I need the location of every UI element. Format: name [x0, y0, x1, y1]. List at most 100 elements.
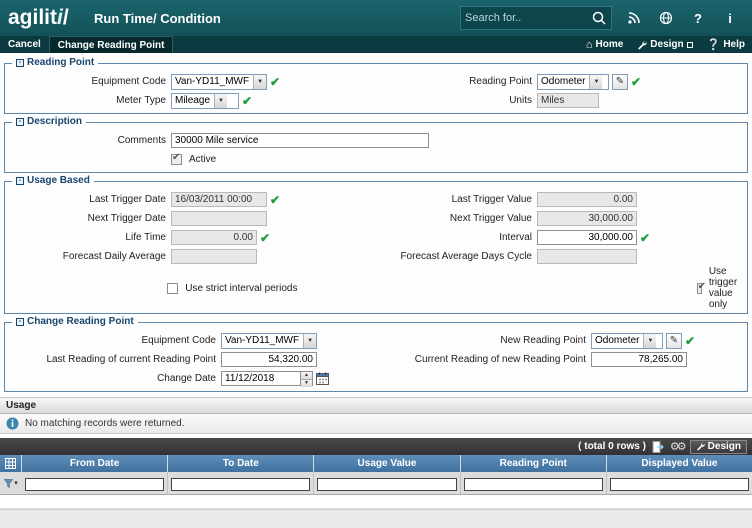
- column-header-from-date[interactable]: From Date: [22, 455, 168, 472]
- meter-type-select[interactable]: Mileage ▼: [171, 93, 239, 109]
- export-icon[interactable]: [652, 441, 664, 453]
- fieldset-reading-point: - Reading Point Equipment Code Van-YD11_…: [4, 63, 748, 114]
- help-icon[interactable]: ?: [690, 10, 706, 26]
- filter-menu-icon[interactable]: ▾: [14, 479, 18, 487]
- form-area: - Reading Point Equipment Code Van-YD11_…: [0, 53, 752, 392]
- edit-icon[interactable]: ✎: [666, 333, 682, 349]
- spacer: [0, 509, 752, 528]
- settings-gears-icon[interactable]: ⚙⚙: [670, 440, 684, 453]
- last-reading-input[interactable]: 54,320.00: [221, 352, 317, 367]
- cancel-button[interactable]: Cancel: [0, 39, 49, 50]
- edit-icon[interactable]: ✎: [612, 74, 628, 90]
- filter-input-to-date[interactable]: [171, 478, 310, 491]
- fieldset-change-reading-point: - Change Reading Point Equipment Code Va…: [4, 322, 748, 392]
- last-trigger-date-label: Last Trigger Date: [9, 194, 171, 205]
- search-box[interactable]: [460, 6, 612, 30]
- help-button[interactable]: ❔ Help: [700, 36, 752, 53]
- new-reading-point-label: New Reading Point: [407, 335, 591, 346]
- next-trigger-date-field: [171, 211, 267, 226]
- info-circle-icon: [6, 417, 19, 430]
- next-trigger-value-label: Next Trigger Value: [363, 213, 537, 224]
- fieldset-usage-based-legend: - Usage Based: [12, 175, 94, 186]
- chevron-down-icon: ▼: [589, 75, 602, 89]
- nav-toolbar: Cancel Change Reading Point ⌂ Home Desig…: [0, 36, 752, 53]
- change-date-label: Change Date: [9, 373, 221, 384]
- equipment-code-select[interactable]: Van-YD11_MWF ▼: [171, 74, 267, 90]
- active-checkbox[interactable]: [171, 154, 182, 165]
- new-reading-point-select[interactable]: Odometer ▼: [591, 333, 663, 349]
- valid-check-icon: ✔: [640, 232, 650, 244]
- date-stepper[interactable]: ▲▼: [301, 371, 313, 386]
- last-trigger-date-field: 16/03/2011 00:00: [171, 192, 267, 207]
- grid-design-button[interactable]: Design: [690, 440, 747, 454]
- collapse-icon[interactable]: -: [16, 318, 24, 326]
- fieldset-description: - Description Comments 30000 Mile servic…: [4, 122, 748, 173]
- agility-logo: agiliti/: [8, 6, 94, 30]
- search-icon[interactable]: [591, 10, 607, 26]
- filter-input-from-date[interactable]: [25, 478, 164, 491]
- usage-grid-toolbar: ( total 0 rows ) ⚙⚙ Design: [0, 438, 752, 455]
- valid-check-icon: ✔: [242, 95, 252, 107]
- current-reading-label: Current Reading of new Reading Point: [407, 354, 591, 365]
- last-trigger-value-label: Last Trigger Value: [363, 194, 537, 205]
- forecast-daily-average-label: Forecast Daily Average: [9, 251, 171, 262]
- globe-icon[interactable]: [658, 10, 674, 26]
- search-input[interactable]: [465, 12, 591, 24]
- active-label: Active: [189, 154, 216, 165]
- wrench-icon: [696, 442, 705, 451]
- interval-input[interactable]: 30,000.00: [537, 230, 637, 245]
- filter-input-reading-point[interactable]: [464, 478, 603, 491]
- change-date-input[interactable]: 11/12/2018: [221, 371, 301, 386]
- units-label: Units: [363, 95, 537, 106]
- wrench-icon: [637, 40, 647, 50]
- valid-check-icon: ✔: [270, 194, 280, 206]
- column-header-usage-value[interactable]: Usage Value: [314, 455, 460, 472]
- units-field: Miles: [537, 93, 599, 108]
- design-button[interactable]: Design: [630, 36, 699, 53]
- collapse-icon[interactable]: -: [16, 118, 24, 126]
- chevron-down-icon: ▼: [643, 334, 656, 348]
- info-icon[interactable]: i: [722, 10, 738, 26]
- window-icon: [687, 42, 693, 48]
- usage-info-message: No matching records were returned.: [0, 414, 752, 434]
- column-header-displayed-value[interactable]: Displayed Value: [607, 455, 752, 472]
- chevron-down-icon: ▼: [253, 75, 266, 89]
- fieldset-usage-based: - Usage Based Last Trigger Date 16/03/20…: [4, 181, 748, 314]
- rss-icon[interactable]: [626, 10, 642, 26]
- equipment-code-label: Equipment Code: [9, 76, 171, 87]
- calendar-icon[interactable]: [316, 372, 329, 385]
- valid-check-icon: ✔: [270, 76, 280, 88]
- next-trigger-date-label: Next Trigger Date: [9, 213, 171, 224]
- use-trigger-value-only-checkbox[interactable]: [697, 283, 702, 294]
- tab-change-reading-point[interactable]: Change Reading Point: [49, 36, 174, 53]
- forecast-average-days-cycle-label: Forecast Average Days Cycle: [363, 251, 537, 262]
- comments-input[interactable]: 30000 Mile service: [171, 133, 429, 148]
- life-time-label: Life Time: [9, 232, 171, 243]
- meter-type-label: Meter Type: [9, 95, 171, 106]
- filter-funnel-icon[interactable]: [4, 479, 13, 488]
- crp-equipment-code-select[interactable]: Van-YD11_MWF ▼: [221, 333, 317, 349]
- filter-input-displayed-value[interactable]: [610, 478, 749, 491]
- last-reading-label: Last Reading of current Reading Point: [9, 354, 221, 365]
- usage-table-header: From Date To Date Usage Value Reading Po…: [0, 455, 752, 472]
- column-header-reading-point[interactable]: Reading Point: [461, 455, 607, 472]
- filter-input-usage-value[interactable]: [317, 478, 456, 491]
- column-header-to-date[interactable]: To Date: [168, 455, 314, 472]
- valid-check-icon: ✔: [685, 335, 695, 347]
- collapse-icon[interactable]: -: [16, 59, 24, 67]
- home-button[interactable]: ⌂ Home: [579, 36, 630, 53]
- collapse-icon[interactable]: -: [16, 177, 24, 185]
- use-strict-interval-periods-checkbox[interactable]: [167, 283, 178, 294]
- fieldset-description-legend: - Description: [12, 116, 86, 127]
- grid-corner-icon[interactable]: [0, 455, 22, 472]
- valid-check-icon: ✔: [631, 76, 641, 88]
- step-down-icon: ▼: [301, 380, 312, 387]
- reading-point-select[interactable]: Odometer ▼: [537, 74, 609, 90]
- usage-section-header[interactable]: Usage: [0, 397, 752, 414]
- usage-filter-row: ▾: [0, 472, 752, 495]
- current-reading-input[interactable]: 78,265.00: [591, 352, 687, 367]
- page-title: Run Time/ Condition: [94, 11, 221, 26]
- valid-check-icon: ✔: [260, 232, 270, 244]
- home-icon: ⌂: [586, 39, 593, 51]
- reading-point-label: Reading Point: [363, 76, 537, 87]
